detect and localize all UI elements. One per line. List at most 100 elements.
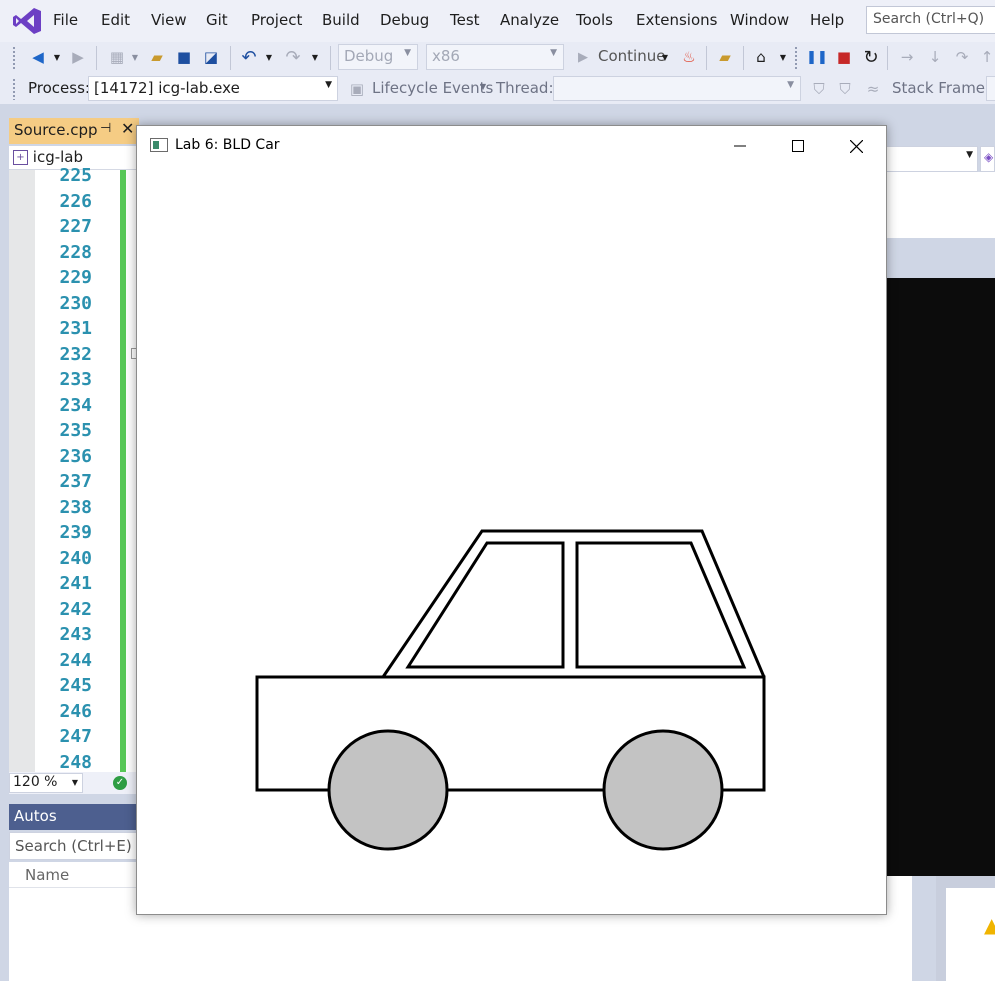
zoom-select[interactable]: 120 % ▼ bbox=[9, 773, 83, 793]
line-number: 244 bbox=[59, 649, 92, 671]
filter-off-icon[interactable]: ⛉ bbox=[834, 78, 856, 100]
line-number: 242 bbox=[59, 598, 92, 620]
solution-configuration-select[interactable]: Debug ▼ bbox=[338, 44, 418, 70]
continue-button-label[interactable]: Continue bbox=[598, 47, 665, 65]
line-number: 234 bbox=[59, 394, 92, 416]
toolbar-separator bbox=[330, 46, 331, 70]
rear-window bbox=[575, 541, 747, 669]
restart-icon[interactable]: ↻ bbox=[860, 46, 882, 68]
lifecycle-events-button[interactable]: Lifecycle Events bbox=[372, 79, 493, 97]
redo-dropdown-icon[interactable]: ▼ bbox=[308, 46, 322, 68]
redo-icon[interactable]: ↷ bbox=[282, 46, 304, 68]
thread-select[interactable]: ▼ bbox=[553, 76, 801, 101]
app-window[interactable]: Lab 6: BLD Car bbox=[136, 125, 887, 915]
tab-label: Source.cpp bbox=[14, 121, 98, 139]
chevron-down-icon: ▼ bbox=[71, 778, 78, 787]
chevron-down-icon: ▼ bbox=[966, 150, 973, 160]
menu-item-extensions[interactable]: Extensions bbox=[636, 11, 717, 29]
stack-frame-select[interactable] bbox=[986, 76, 995, 101]
line-number: 236 bbox=[59, 445, 92, 467]
step-out-icon[interactable]: ↑ bbox=[976, 46, 995, 68]
line-number: 226 bbox=[59, 190, 92, 212]
menu-item-view[interactable]: View bbox=[151, 11, 187, 29]
search-input[interactable]: Search (Ctrl+Q) bbox=[866, 6, 995, 34]
menu-item-git[interactable]: Git bbox=[206, 11, 228, 29]
find-in-files-icon[interactable]: ▰ bbox=[714, 46, 736, 68]
visual-studio-logo-icon[interactable] bbox=[12, 6, 42, 36]
break-all-pause-icon[interactable]: ❚❚ bbox=[806, 46, 828, 68]
show-threads-icon[interactable]: ≈ bbox=[862, 78, 884, 100]
line-number: 245 bbox=[59, 675, 92, 696]
tab-source-cpp[interactable]: Source.cpp ⊣ ✕ bbox=[9, 118, 139, 144]
insights-dropdown-icon[interactable]: ▼ bbox=[776, 46, 790, 68]
show-next-statement-icon[interactable]: → bbox=[896, 46, 918, 68]
line-number: 246 bbox=[59, 700, 92, 722]
line-number: 241 bbox=[59, 573, 92, 594]
line-number: 232 bbox=[59, 343, 92, 365]
menu-item-window[interactable]: Window bbox=[730, 11, 789, 29]
chevron-down-icon: ▼ bbox=[325, 80, 332, 90]
indicator-margin[interactable] bbox=[9, 170, 35, 772]
line-number: 228 bbox=[59, 241, 92, 263]
save-icon[interactable]: ■ bbox=[173, 46, 195, 68]
pin-icon[interactable]: ⊣ bbox=[100, 121, 111, 136]
new-item-dropdown-icon[interactable]: ▼ bbox=[128, 46, 142, 68]
navigate-forward-icon[interactable]: ▶ bbox=[67, 46, 89, 68]
menu-bar bbox=[0, 0, 995, 42]
menu-item-debug[interactable]: Debug bbox=[380, 11, 429, 29]
menu-item-tools[interactable]: Tools bbox=[576, 11, 613, 29]
line-number: 229 bbox=[59, 267, 92, 288]
new-item-icon[interactable]: ▦ bbox=[106, 46, 128, 68]
toolbar-grip[interactable] bbox=[12, 78, 16, 100]
continue-play-icon[interactable]: ▶ bbox=[572, 46, 594, 68]
menu-item-help[interactable]: Help bbox=[810, 11, 844, 29]
menu-item-project[interactable]: Project bbox=[251, 11, 302, 29]
solution-platform-select[interactable]: x86 ▼ bbox=[426, 44, 564, 70]
menu-item-test[interactable]: Test bbox=[450, 11, 480, 29]
application-insights-icon[interactable]: ⌂ bbox=[750, 46, 772, 68]
close-icon[interactable]: ✕ bbox=[121, 119, 134, 138]
back-dropdown-icon[interactable]: ▼ bbox=[50, 46, 64, 68]
autos-window-title[interactable]: Autos bbox=[9, 804, 139, 830]
save-all-icon[interactable]: ◪ bbox=[200, 46, 222, 68]
platform-value: x86 bbox=[432, 47, 460, 65]
editor-status-bar: 120 % ▼ ✓ bbox=[9, 772, 139, 794]
line-number: 230 bbox=[59, 292, 92, 314]
undo-icon[interactable]: ↶ bbox=[238, 46, 260, 68]
cube-icon: ◈ bbox=[984, 150, 994, 164]
line-number: 233 bbox=[59, 369, 92, 390]
menu-item-build[interactable]: Build bbox=[322, 11, 360, 29]
menu-item-analyze[interactable]: Analyze bbox=[500, 11, 559, 29]
no-issues-check-icon[interactable]: ✓ bbox=[113, 776, 127, 790]
undo-dropdown-icon[interactable]: ▼ bbox=[262, 46, 276, 68]
lifecycle-events-icon[interactable]: ▣ bbox=[346, 78, 368, 100]
toolbar-grip[interactable] bbox=[12, 46, 16, 70]
process-value: [14172] icg-lab.exe bbox=[94, 79, 240, 97]
navigate-back-icon[interactable]: ◀ bbox=[27, 46, 49, 68]
chevron-down-icon: ▼ bbox=[787, 80, 794, 90]
menu-item-edit[interactable]: Edit bbox=[101, 11, 130, 29]
toolbar-separator bbox=[96, 46, 97, 70]
console-window[interactable] bbox=[886, 278, 995, 876]
step-over-icon[interactable]: ↷ bbox=[951, 46, 973, 68]
process-select[interactable]: [14172] icg-lab.exe ▼ bbox=[88, 76, 338, 101]
right-editor-area bbox=[886, 172, 995, 238]
hot-reload-flame-icon[interactable]: ♨ bbox=[678, 46, 700, 68]
lifecycle-dropdown-icon[interactable]: ▼ bbox=[480, 82, 486, 91]
chevron-down-icon: ▼ bbox=[550, 48, 557, 58]
open-file-icon[interactable]: ▰ bbox=[146, 46, 168, 68]
continue-dropdown-icon[interactable]: ▼ bbox=[658, 46, 672, 68]
toolbar-separator bbox=[230, 46, 231, 70]
toolbar-grip[interactable] bbox=[794, 46, 798, 70]
autos-search-input[interactable]: Search (Ctrl+E) bbox=[9, 832, 139, 860]
toolbar-separator bbox=[887, 46, 888, 70]
stop-debugging-icon[interactable]: ■ bbox=[833, 46, 855, 68]
menu-item-file[interactable]: File bbox=[53, 11, 78, 29]
cpp-project-icon: + bbox=[13, 150, 28, 165]
member-navigation-select[interactable]: ▼ bbox=[886, 146, 978, 172]
name-column-header[interactable]: Name bbox=[9, 862, 139, 888]
line-number-gutter: 225 226 227 228 229 230 231 232 233 234 235 236 237 2… bbox=[40, 163, 92, 775]
right-lower-content: ▲ bbox=[946, 888, 995, 981]
step-into-icon[interactable]: ↓ bbox=[924, 46, 946, 68]
filter-icon[interactable]: ⛉ bbox=[808, 78, 830, 100]
